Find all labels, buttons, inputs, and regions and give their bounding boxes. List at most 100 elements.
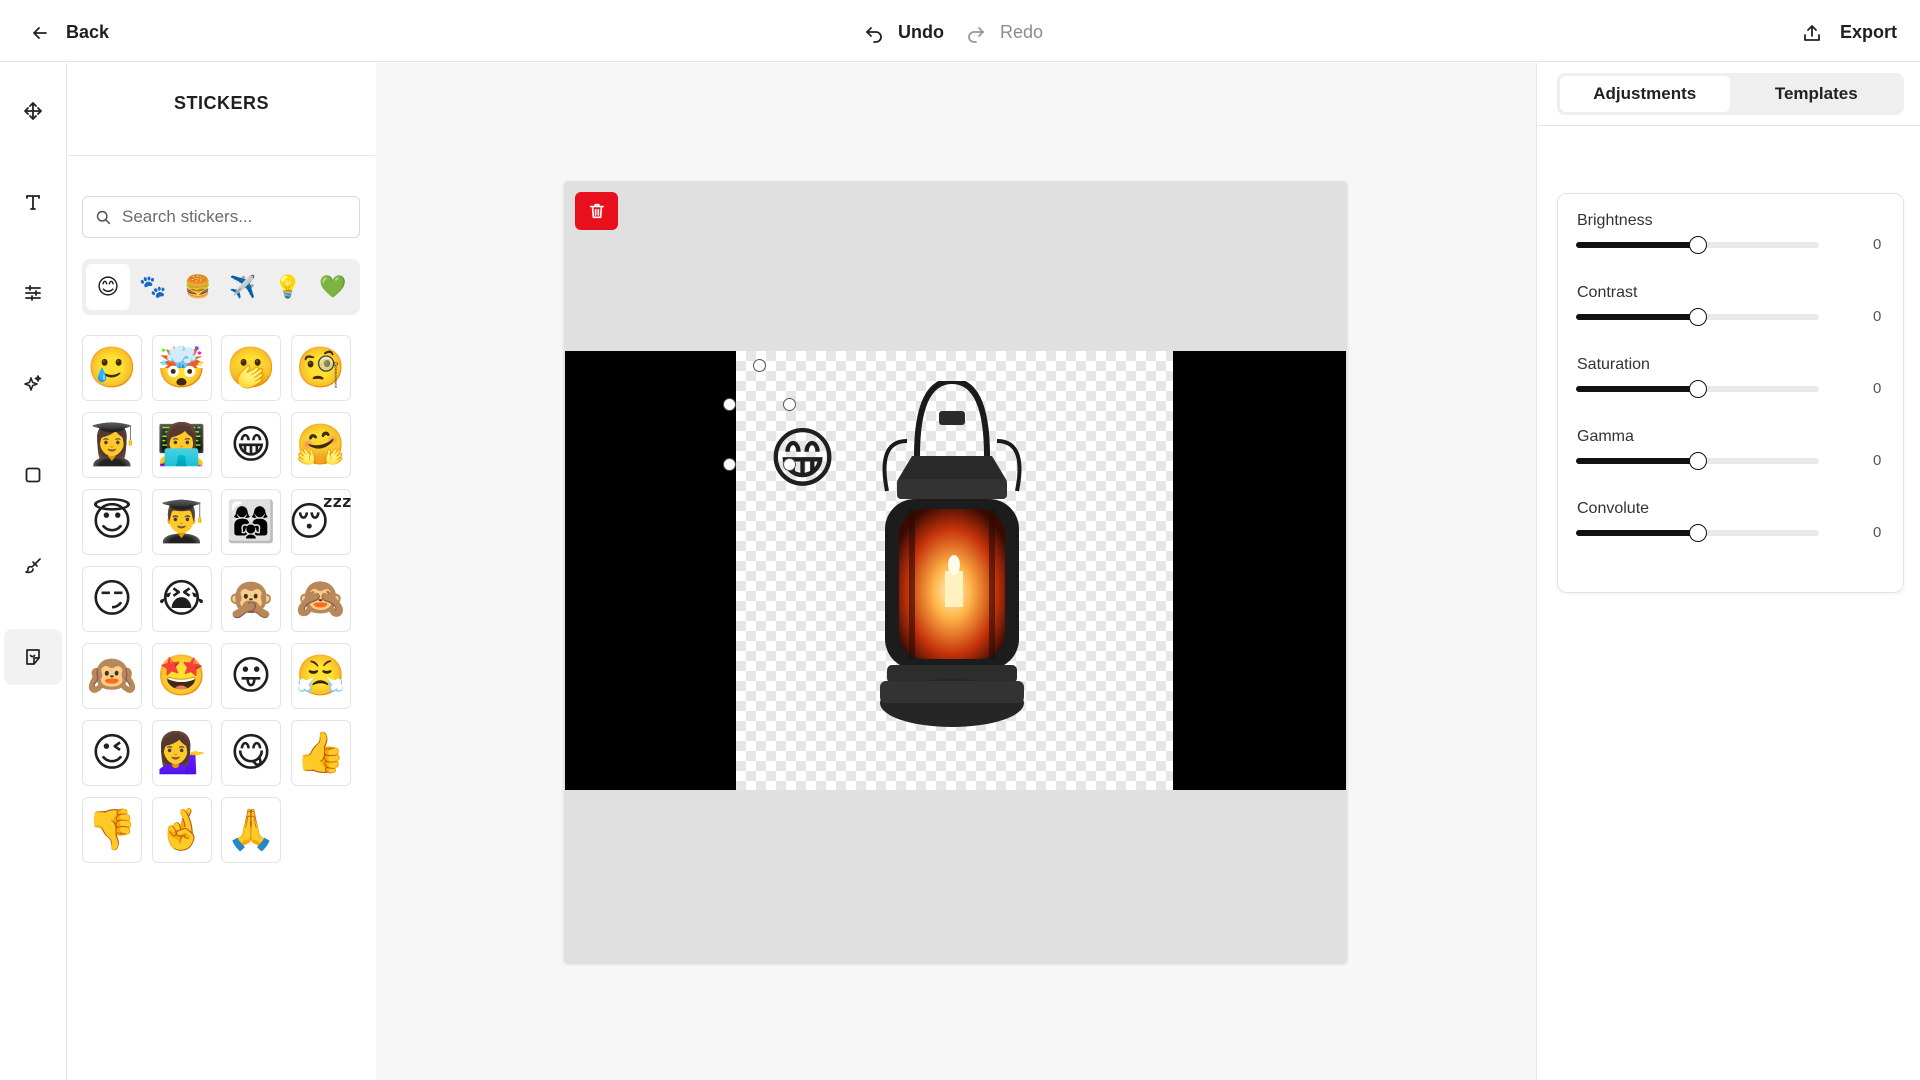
tool-effects[interactable] (4, 356, 62, 412)
sticker-item[interactable]: 🥲 (82, 335, 142, 401)
sticker-item[interactable]: 😋 (221, 720, 281, 786)
sticker-panel: STICKERS 😊🐾🍔✈️💡💚 🥲🤯🫢🧐 👩‍🎓👩‍💻😁🤗 😇👨‍🎓👩‍👩‍👧😴 😏… (68, 63, 375, 1080)
tool-move[interactable] (4, 83, 62, 139)
sticker-item[interactable]: 🤗 (290, 412, 351, 478)
search-input[interactable] (122, 207, 342, 227)
sticker-category-tab[interactable]: ✈️ (221, 264, 265, 310)
rotate-handle[interactable] (753, 359, 766, 372)
tab-templates[interactable]: Templates (1732, 76, 1902, 112)
sticker-item[interactable]: 😏 (82, 566, 142, 632)
export-label: Export (1840, 22, 1898, 42)
sticker-item[interactable]: 🙏 (221, 797, 281, 863)
sticker-item[interactable]: 🙊 (221, 566, 281, 632)
sticker-item[interactable]: 👍 (290, 720, 351, 786)
resize-handle-bottom-left[interactable] (723, 458, 736, 471)
sticker-item[interactable]: 🤯 (151, 335, 212, 401)
slider-thumb[interactable] (1688, 236, 1707, 254)
resize-handle-top-right[interactable] (783, 398, 796, 411)
sticker-search[interactable] (82, 196, 360, 238)
sticker-item[interactable]: 😭 (151, 566, 212, 632)
tool-adjust[interactable] (4, 265, 62, 321)
slider-track[interactable] (1576, 452, 1819, 470)
sticker-item[interactable]: 👨‍🎓 (151, 489, 212, 555)
lantern-illustration (880, 381, 1024, 727)
divider (1537, 125, 1920, 126)
move-icon (23, 101, 43, 121)
adjustment-label: Convolute (1577, 500, 1650, 517)
tool-stickers[interactable] (4, 629, 62, 685)
undo-button[interactable]: Undo (864, 22, 944, 43)
adjustments-card: Brightness 0 Contrast 0 Saturation 0 Gamma 0 Con… (1557, 193, 1904, 593)
delete-button[interactable] (575, 192, 618, 230)
sticker-category-tab[interactable]: 💚 (311, 264, 355, 310)
sticker-item[interactable]: 😇 (82, 489, 142, 555)
right-panel: Adjustments Templates Brightness 0 Contrast… (1536, 63, 1920, 1080)
export-button[interactable]: Export (1802, 22, 1897, 43)
text-icon (23, 192, 43, 212)
panel-title: STICKERS (173, 93, 269, 113)
sticker-item[interactable]: 😛 (221, 643, 281, 709)
slider-thumb[interactable] (1688, 308, 1707, 326)
sticker-item[interactable]: 🤞 (151, 797, 212, 863)
canvas[interactable]: 😁 (564, 181, 1347, 963)
sticker-item[interactable]: 😴 (288, 489, 353, 555)
sticker-item[interactable]: 👩‍🎓 (82, 412, 142, 478)
sticker-item[interactable]: 😁 (221, 412, 281, 478)
sticker-item[interactable]: 🧐 (290, 335, 351, 401)
sticker-grid: 🥲 🤯 🫢 🧐 👩‍🎓 👩‍💻 😁 🤗 😇 👨‍🎓 👩‍👩‍👧 😴 😏 😭 🙊 🙈 🙉 🤩 😛 😤 😉 💁‍♀️ 😋 👍 👎 🤞 🙏 (82, 335, 362, 863)
arrow-left-icon (30, 23, 50, 43)
redo-button[interactable]: Redo (966, 22, 1043, 43)
slider-track[interactable] (1576, 380, 1819, 398)
tab-adjustments[interactable]: Adjustments (1560, 76, 1730, 112)
slider-thumb[interactable] (1688, 524, 1707, 542)
adjustment-value: 0 (1873, 308, 1882, 325)
redo-label: Redo (1000, 22, 1044, 42)
sparkles-icon (23, 374, 43, 394)
tool-text[interactable] (4, 174, 62, 230)
sticker-item[interactable]: 👎 (82, 797, 142, 863)
workspace: 😁 (376, 63, 1536, 1080)
undo-icon (864, 23, 884, 43)
tool-shapes[interactable] (4, 447, 62, 503)
resize-handle-bottom-right[interactable] (783, 458, 796, 471)
adjustment-label: Saturation (1577, 356, 1650, 373)
slider-track[interactable] (1576, 308, 1819, 326)
sticker-item[interactable]: 😤 (290, 643, 351, 709)
sticker-category-tab[interactable]: 💡 (266, 264, 310, 310)
back-label: Back (66, 22, 110, 42)
sticker-item[interactable]: 🤩 (151, 643, 212, 709)
back-button[interactable]: Back (30, 22, 109, 43)
sticker-category-tab[interactable]: 🐾 (131, 264, 175, 310)
sticker-item[interactable]: 👩‍💻 (151, 412, 212, 478)
panel-tabs: Adjustments Templates (1557, 73, 1904, 115)
sticker-icon (23, 647, 43, 667)
tool-draw[interactable] (4, 538, 62, 594)
sticker-item[interactable]: 🙈 (290, 566, 351, 632)
selected-sticker[interactable]: 😁 (766, 422, 839, 495)
adjustment-label: Brightness (1577, 212, 1653, 229)
slider-fill (1576, 386, 1698, 392)
redo-icon (966, 23, 986, 43)
adjustment-gamma: Gamma 0 (1576, 428, 1886, 488)
adjustment-brightness: Brightness 0 (1576, 212, 1886, 272)
sticker-category-tab[interactable]: 🍔 (176, 264, 220, 310)
sticker-item[interactable]: 😉 (82, 720, 142, 786)
resize-handle-top-left[interactable] (723, 398, 736, 411)
slider-thumb[interactable] (1688, 380, 1707, 398)
adjustment-saturation: Saturation 0 (1576, 356, 1886, 416)
slider-thumb[interactable] (1688, 452, 1707, 470)
sticker-item[interactable]: 👩‍👩‍👧 (221, 489, 281, 555)
brush-icon (23, 556, 43, 576)
category-tabs: 😊 🐾 🍔 ✈️ 💡 💚 (82, 259, 360, 315)
square-icon (23, 465, 43, 485)
slider-fill (1576, 242, 1698, 248)
sticker-item[interactable]: 💁‍♀️ (151, 720, 212, 786)
trash-icon (588, 202, 606, 220)
lantern-image[interactable]: 😁 (565, 351, 1346, 790)
slider-track[interactable] (1576, 524, 1819, 542)
sticker-category-tab[interactable]: 😊 (86, 264, 130, 310)
slider-track[interactable] (1576, 236, 1819, 254)
sticker-item[interactable]: 🫢 (221, 335, 281, 401)
sticker-item[interactable]: 🙉 (82, 643, 142, 709)
adjustment-convolute: Convolute 0 (1576, 500, 1886, 560)
